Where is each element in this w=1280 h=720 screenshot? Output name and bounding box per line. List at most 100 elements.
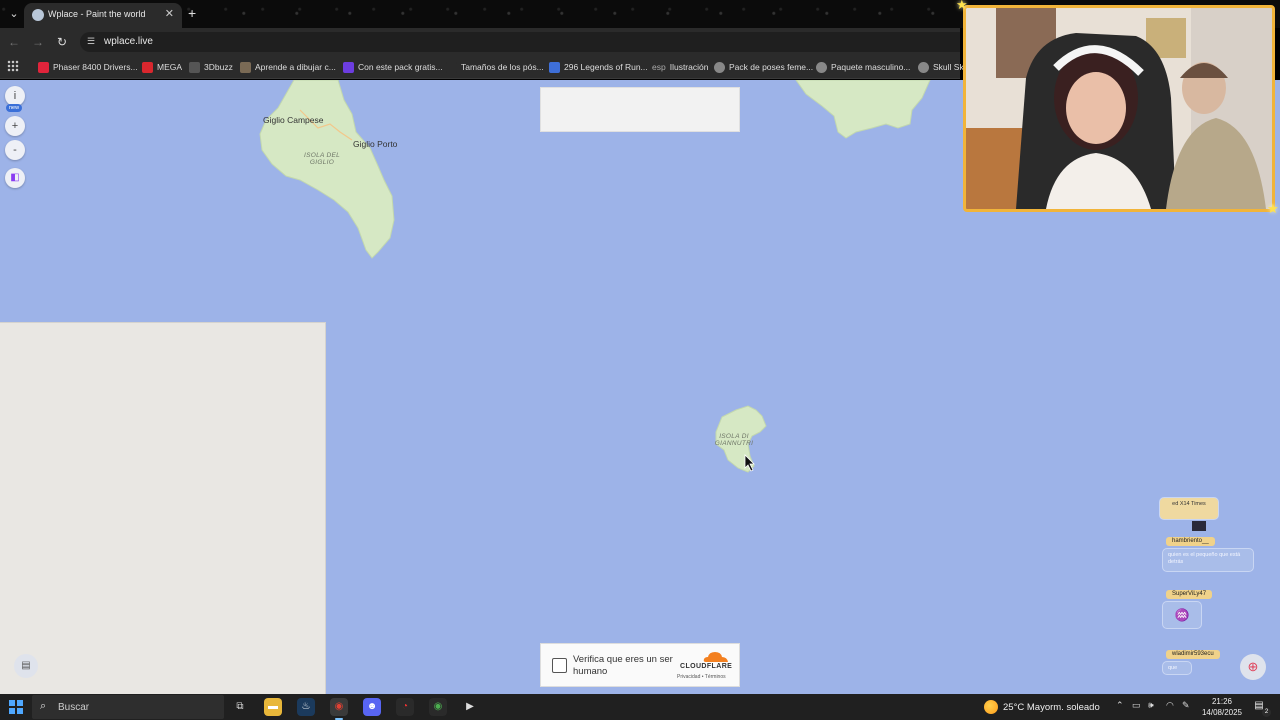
bookmark-item[interactable]: Tamaños de los pós... [446,60,544,74]
chrome-icon[interactable]: ◉ [330,698,348,720]
windows-start-icon[interactable] [9,700,23,714]
meet-now-icon[interactable]: ▭ [1132,700,1141,711]
chat-message-text: que [1162,661,1192,675]
paint-panel-button[interactable]: ▤ [14,654,38,678]
stream-chat-overlay: ed X14 Times hambriento__ quien es el pe… [1156,495,1266,691]
bookmark-item[interactable]: Skull Sk [918,60,964,74]
bookmark-item[interactable]: 3Dbuzz [189,60,233,74]
zoom-in-button[interactable]: + [5,116,25,136]
back-icon[interactable]: ← [6,34,22,50]
pen-icon[interactable]: ✎ [1182,700,1190,711]
forward-icon[interactable]: → [30,34,46,50]
chat-username: hambriento__ [1166,537,1215,546]
discord-icon[interactable]: ☻ [363,698,381,716]
cloudflare-brand: CLOUDFLARE [680,663,733,670]
address-bar[interactable]: ☰ wplace.live [80,32,960,52]
apps-grid-icon[interactable] [7,60,19,72]
new-badge: new [6,104,23,112]
twitch-icon: ◧ [10,172,20,183]
reload-icon[interactable]: ↻ [54,34,70,50]
webcam-overlay [963,5,1275,212]
search-icon: ⌕ [40,700,47,712]
isola-del-giglio-land [259,80,395,259]
system-clock[interactable]: 21:26 14/08/2025 [1200,696,1244,718]
info-button[interactable]: i [5,86,25,106]
globe-icon [32,9,44,21]
chevron-up-icon[interactable]: ⌃ [1116,700,1124,711]
loading-placeholder [540,87,740,132]
place-label: Giglio Porto [353,139,398,149]
chat-message-text: ed X14 Times [1159,497,1219,520]
cloudflare-cloud-icon [703,652,728,662]
windows-taskbar: ⌕ Buscar ⧉ ▬ ♨ ◉ ☻ ◔ ◉ ▶ 25°C Mayorm. so… [0,694,1280,720]
bookmark-favicon-icon [549,61,560,73]
new-tab-button[interactable]: + [188,5,196,21]
bookmark-item[interactable]: Aprende a dibujar c... [240,60,336,74]
cloudflare-captcha: Verifica que eres un ser humano CLOUDFLA… [540,643,740,687]
bookmark-item[interactable]: Phaser 8400 Drivers... [38,60,138,74]
browser-tab[interactable]: Wplace - Paint the world ✕ [24,3,182,28]
zoom-out-button[interactable]: - [5,140,25,160]
tiles-icon: ▤ [21,660,31,671]
island-label-line: GIGLIO [309,159,335,166]
file-explorer-icon[interactable]: ▬ [264,698,282,716]
info-icon: i [13,90,17,102]
close-tab-icon[interactable]: ✕ [165,7,174,20]
bookmark-item[interactable]: Pack de poses feme... [714,60,813,74]
place-label: Giglio Campese [263,115,324,125]
island-label-line: ISOLA DEL [303,152,341,159]
bookmark-item[interactable]: Paquete masculino... [816,60,910,74]
bookmarks-bar: Phaser 8400 Drivers... MEGA 3Dbuzz Apren… [0,55,964,79]
site-info-icon[interactable]: ☰ [87,36,97,46]
star-icon: ★ [1267,201,1279,216]
chat-username: wladimir593ecu [1166,650,1220,659]
bookmark-item[interactable]: 296 Legends of Run... [549,60,648,74]
bookmark-favicon-icon [240,61,251,73]
bookmark-item[interactable]: Con este pack gratis... [343,60,443,74]
chat-tail [1192,521,1206,531]
address-toolbar: ← → ↻ ☰ wplace.live [0,28,960,55]
chat-emote-bubble: ♒ [1162,601,1202,629]
bookmark-favicon-icon [38,61,49,73]
emote-icon: ♒ [1174,608,1190,622]
chat-username: SuperViLy47 [1166,590,1213,599]
chrome-alt-icon[interactable]: ◉ [429,698,447,716]
weather-text[interactable]: 25°C Mayorm. soleado [1003,702,1100,713]
screen: ⌄ Wplace - Paint the world ✕ + ← → ↻ ☰ w… [0,0,1280,720]
twitch-button[interactable]: ◧ [5,168,25,188]
clock-time: 21:26 [1211,697,1233,706]
island-label: ISOLA DEL GIGLIO [300,152,344,166]
unloaded-tile-area [0,322,326,694]
webcam-video-image [966,8,1272,209]
bookmark-item[interactable]: esp Ilustración [652,60,708,74]
island-label-line: ISOLA DI [719,433,749,440]
notification-count-badge: 2 [1262,708,1271,717]
bookmark-item[interactable]: MEGA [142,60,182,74]
captcha-checkbox[interactable] [552,658,567,673]
bookmark-favicon-icon [918,61,929,73]
taskbar-search[interactable]: ⌕ Buscar [32,695,224,719]
obs-icon[interactable]: ◔ [396,698,414,716]
clock-date: 14/08/2025 [1201,708,1243,717]
captcha-links[interactable]: Privacidad • Términos [677,674,726,680]
wifi-icon[interactable]: ◠ [1166,700,1174,711]
zoom-in-icon: + [11,120,19,132]
coastline-land [795,80,931,139]
weather-sun-icon[interactable] [984,700,998,714]
mega-icon [142,61,153,73]
bookmark-favicon-icon [343,61,354,73]
bookmark-favicon-icon [446,61,457,73]
steam-icon[interactable]: ♨ [297,698,315,716]
tab-title: Wplace - Paint the world [48,9,146,19]
volume-icon[interactable]: 🕪 [1148,700,1154,711]
url-text: wplace.live [104,36,153,47]
task-view-icon[interactable]: ⧉ [231,698,249,716]
search-placeholder: Buscar [58,702,90,713]
star-icon: ★ [956,0,968,12]
bookmark-favicon-icon [816,61,827,73]
bookmark-favicon-icon [714,61,725,73]
captcha-label: Verifica que eres un ser humano [573,654,673,677]
media-player-icon[interactable]: ▶ [461,698,479,716]
chrome-logo: ◉ [334,701,344,712]
tab-search-icon[interactable]: ⌄ [6,6,22,22]
